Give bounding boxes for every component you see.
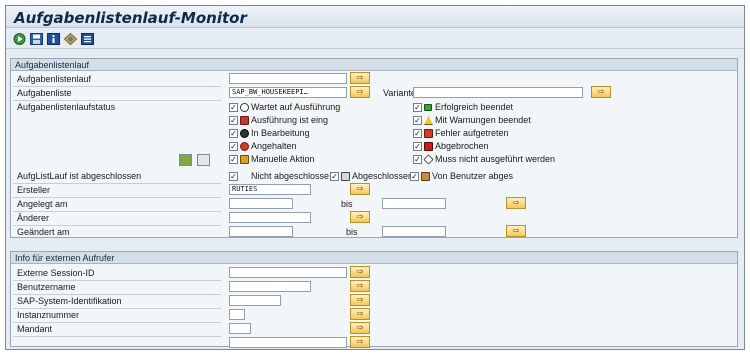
cancelled-icon [424,142,433,151]
option-von-benutzer: Von Benutzer abges [432,171,514,181]
section-aufgabenlistenlauf: Aufgabenlistenlauf Aufgabenlistenlauf ⇨ … [10,58,738,238]
label-aufgabenlistenlaufstatus: Aufgabenlistenlaufstatus [17,102,116,112]
select-all-icon[interactable] [179,154,192,166]
label-system-id: SAP-System-Identifikation [17,296,122,306]
variante-field[interactable] [413,87,583,98]
geaendert-bis-field[interactable] [382,226,446,237]
abgeschlossen-checkbox[interactable]: ✓ [410,172,419,181]
execute-icon[interactable] [13,33,26,45]
status-warnungen: Mit Warnungen beendet [435,115,531,125]
label-mandant: Mandant [17,324,53,334]
multiple-selection-button[interactable]: ⇨ [350,266,370,278]
label-aufgabenlistenlauf: Aufgabenlistenlauf [17,74,92,84]
benutzername-field[interactable] [229,281,311,292]
ersteller-field[interactable]: RUTIES [229,184,311,195]
label-instanznummer: Instanznummer [17,310,80,320]
status-checkbox[interactable]: ✓ [229,142,238,151]
title-bar: Aufgabenlistenlauf-Monitor [6,6,744,28]
section-externer-aufrufer: Info für externen Aufrufer Externe Sessi… [10,251,738,348]
warning-icon [424,116,433,125]
instanznummer-field[interactable] [229,309,245,320]
user-icon [421,172,430,181]
stop-icon [240,142,249,151]
scheduled-icon [240,116,249,125]
status-checkbox[interactable]: ✓ [413,103,422,112]
list-icon[interactable] [81,33,94,45]
navigate-icon[interactable] [64,33,77,45]
multiple-selection-button[interactable]: ⇨ [350,294,370,306]
label-bis: bis [346,227,358,237]
status-abgebrochen: Abgebrochen [435,141,489,151]
status-erfolgreich: Erfolgreich beendet [435,102,514,112]
aufgabenliste-field[interactable]: SAP_BW_HOUSEKEEPI… [229,87,347,98]
variante-selection-button[interactable]: ⇨ [591,86,611,98]
success-icon [424,104,432,111]
option-abgeschlossen: Abgeschlossen [352,171,414,181]
status-fehler: Fehler aufgetreten [435,128,509,138]
aenderer-field[interactable] [229,212,311,223]
system-id-field[interactable] [229,295,281,306]
status-nicht-erforderlich: Muss nicht ausgeführt werden [435,154,556,164]
label-externe-session: Externe Session-ID [17,268,95,278]
multiple-selection-button[interactable]: ⇨ [350,86,370,98]
status-manuelle-aktion: Manuelle Aktion [251,154,315,164]
geaendert-von-field[interactable] [229,226,293,237]
angelegt-bis-field[interactable] [382,198,446,209]
multiple-selection-button[interactable]: ⇨ [350,211,370,223]
status-bearbeitung: In Bearbeitung [251,128,310,138]
multiple-selection-button[interactable]: ⇨ [350,280,370,292]
error-icon [424,129,433,138]
section-header: Info für externen Aufrufer [11,252,737,264]
sap-window: Aufgabenlistenlauf-Monitor Aufgabenliste… [5,5,745,350]
multiple-selection-button[interactable]: ⇨ [506,225,526,237]
label-bis: bis [341,199,353,209]
info-icon[interactable] [47,33,60,45]
clock-icon [240,103,249,112]
status-checkbox[interactable]: ✓ [229,155,238,164]
session-id-field[interactable] [229,267,347,278]
label-aenderer: Änderer [17,213,50,223]
multiple-selection-button[interactable]: ⇨ [350,322,370,334]
multiple-selection-button[interactable]: ⇨ [350,72,370,84]
status-checkbox[interactable]: ✓ [229,116,238,125]
label-geaendert: Geändert am [17,227,70,237]
abgeschlossen-checkbox[interactable]: ✓ [330,172,339,181]
status-ausfuehrung: Ausführung ist eing [251,115,329,125]
status-checkbox[interactable]: ✓ [229,103,238,112]
label-variante: Variante [383,88,416,98]
status-checkbox[interactable]: ✓ [413,129,422,138]
status-wartet: Wartet auf Ausführung [251,102,341,112]
multiple-selection-button[interactable]: ⇨ [350,183,370,195]
mandant-field[interactable] [229,323,251,334]
label-benutzername: Benutzername [17,282,76,292]
manual-action-icon [240,155,249,164]
label-abgeschlossen: AufgListLauf ist abgeschlossen [17,171,142,181]
save-variant-icon[interactable] [30,33,43,45]
label-aufgabenliste: Aufgabenliste [17,88,72,98]
status-checkbox[interactable]: ✓ [413,155,422,164]
label-ersteller: Ersteller [17,185,51,195]
abgeschlossen-checkbox[interactable]: ✓ [229,172,238,181]
section-header: Aufgabenlistenlauf [11,59,737,71]
status-checkbox[interactable]: ✓ [413,116,422,125]
deselect-all-icon[interactable] [197,154,210,166]
option-nicht-abgeschlossen: Nicht abgeschlosse [251,171,330,181]
multiple-selection-button[interactable]: ⇨ [350,336,370,348]
status-checkbox[interactable]: ✓ [229,129,238,138]
multiple-selection-button[interactable]: ⇨ [506,197,526,209]
gear-icon [240,129,249,138]
multiple-selection-button[interactable]: ⇨ [350,308,370,320]
not-required-icon [423,154,434,165]
lock-icon [341,172,350,181]
additional-field[interactable] [229,337,347,348]
angelegt-von-field[interactable] [229,198,293,209]
label-angelegt: Angelegt am [17,199,68,209]
divider [13,336,221,337]
status-angehalten: Angehalten [251,141,297,151]
aufgabenlistenlauf-field[interactable] [229,73,347,84]
status-checkbox[interactable]: ✓ [413,142,422,151]
application-toolbar [6,29,744,49]
window-title: Aufgabenlistenlauf-Monitor [14,9,247,27]
